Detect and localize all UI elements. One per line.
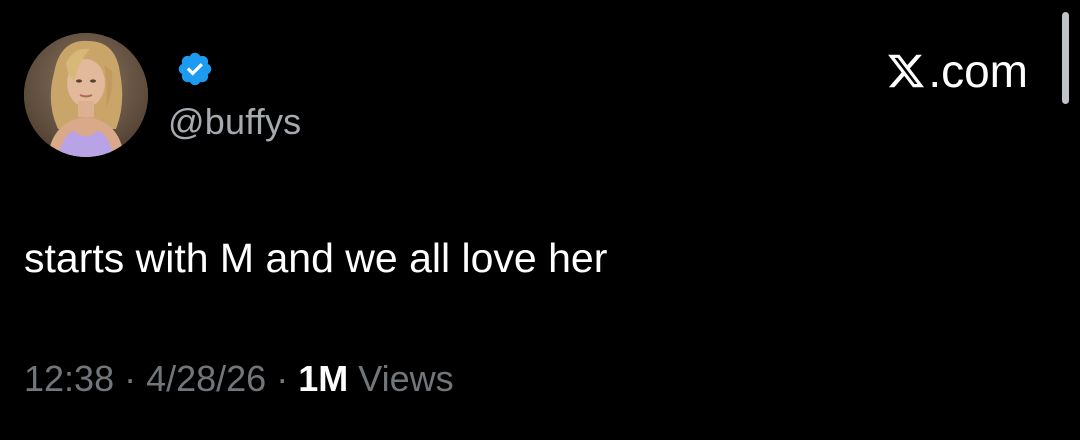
author-handle[interactable]: @buffys: [168, 100, 301, 144]
post-date[interactable]: 4/28/26: [146, 358, 266, 399]
brand-suffix: .com: [928, 45, 1028, 97]
avatar[interactable]: [24, 33, 148, 157]
scrollbar[interactable]: [1062, 12, 1069, 104]
views-label: Views: [358, 358, 454, 399]
post-time[interactable]: 12:38: [24, 358, 114, 399]
post-text: starts with M and we all love her: [24, 235, 608, 281]
verified-badge-icon: [176, 50, 214, 88]
meta-separator: ·: [124, 358, 137, 399]
meta-separator: ·: [276, 358, 289, 399]
avatar-image: [24, 33, 148, 157]
views-count: 1M: [298, 358, 349, 399]
x-brand-watermark: .com: [886, 44, 1028, 98]
post-meta: 12:38 · 4/28/26 · 1M Views: [24, 356, 454, 402]
x-logo-icon: [886, 51, 926, 91]
